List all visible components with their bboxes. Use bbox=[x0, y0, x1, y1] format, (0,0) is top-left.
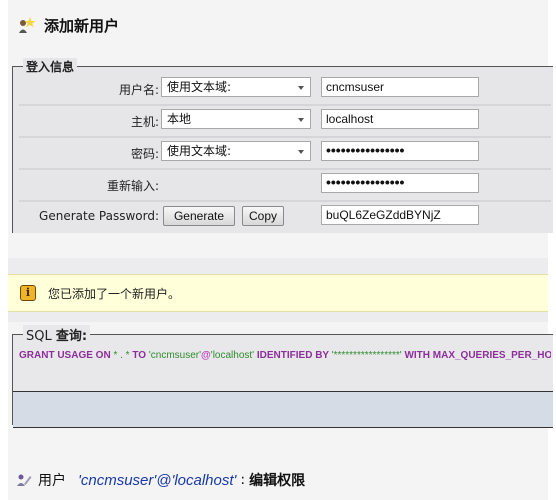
copy-button[interactable]: Copy bbox=[242, 206, 284, 226]
username-type-value: 使用文本域: bbox=[167, 80, 232, 94]
host-row: 主机: 本地 localhost bbox=[19, 105, 551, 138]
sql-legend-prefix: SQL bbox=[26, 329, 52, 344]
password-label: 密码: bbox=[130, 147, 159, 161]
sql-keyword-grant: GRANT USAGE ON bbox=[19, 350, 114, 361]
host-type-value: 本地 bbox=[167, 112, 192, 126]
username-label: 用户名: bbox=[118, 83, 159, 97]
sql-user: 'cncmsuser' bbox=[148, 350, 202, 361]
page: 添加新用户 登入信息 用户名: 使用文本域: cncmsuser 主机: 本地 … bbox=[8, 0, 553, 500]
page-title-text: 添加新用户 bbox=[44, 16, 120, 35]
generate-button[interactable]: Generate bbox=[163, 206, 235, 226]
password-type-value: 使用文本域: bbox=[167, 144, 232, 158]
retype-label: 重新输入: bbox=[106, 179, 159, 193]
sql-query-footer bbox=[13, 391, 553, 428]
chevron-down-icon bbox=[298, 86, 304, 90]
host-input[interactable]: localhost bbox=[321, 109, 479, 129]
sql-password-mask: '*****************' bbox=[331, 350, 402, 361]
password-input[interactable]: •••••••••••••••• bbox=[321, 141, 479, 161]
chevron-down-icon bbox=[298, 118, 304, 122]
host-type-select[interactable]: 本地 bbox=[161, 109, 311, 129]
user-label: 用户 bbox=[38, 473, 66, 489]
retype-password-input[interactable]: •••••••••••••••• bbox=[321, 173, 479, 193]
sql-legend-suffix: 查询: bbox=[55, 329, 88, 344]
chevron-down-icon bbox=[298, 150, 304, 154]
edit-privileges-label: 编辑权限 bbox=[249, 473, 306, 489]
host-label: 主机: bbox=[130, 115, 159, 129]
info-icon: i bbox=[20, 285, 36, 301]
add-user-icon bbox=[16, 15, 38, 35]
notice-message: 您已添加了一个新用户。 bbox=[48, 286, 181, 301]
success-notice: i 您已添加了一个新用户。 bbox=[8, 274, 548, 312]
edit-user-icon bbox=[16, 473, 32, 487]
generate-password-row: Generate Password: Generate Copy buQL6Ze… bbox=[19, 201, 551, 232]
sql-query-fieldset: SQL 查询: GRANT USAGE ON * . * TO 'cncmsus… bbox=[12, 325, 553, 428]
sql-query-legend: SQL 查询: bbox=[23, 325, 91, 344]
username-row: 用户名: 使用文本域: cncmsuser bbox=[19, 73, 551, 106]
retype-row: 重新输入: •••••••••••••••• bbox=[19, 169, 551, 202]
separator: : bbox=[240, 472, 246, 488]
username-input[interactable]: cncmsuser bbox=[321, 77, 479, 97]
sql-keyword-with: WITH MAX_QUERIES_PER_HOUR 0 bbox=[404, 350, 551, 361]
password-type-select[interactable]: 使用文本域: bbox=[161, 141, 311, 161]
user-account-link[interactable]: 'cncmsuser'@'localhost' bbox=[78, 472, 236, 489]
page-title: 添加新用户 bbox=[16, 13, 119, 37]
sql-host: 'localhost' bbox=[210, 350, 255, 361]
user-privileges-heading: 用户 'cncmsuser'@'localhost' : 编辑权限 bbox=[16, 470, 305, 490]
sql-query-text: GRANT USAGE ON * . * TO 'cncmsuser'@'loc… bbox=[19, 350, 551, 361]
username-type-select[interactable]: 使用文本域: bbox=[161, 77, 311, 97]
sql-keyword-identified: IDENTIFIED BY bbox=[254, 350, 332, 361]
sql-keyword-to: TO bbox=[129, 350, 149, 361]
login-info-fieldset: 登入信息 用户名: 使用文本域: cncmsuser 主机: 本地 localh… bbox=[12, 58, 553, 233]
generated-password-input[interactable]: buQL6ZeGZddBYNjZ bbox=[321, 205, 479, 225]
sql-at: @ bbox=[201, 350, 211, 361]
generate-password-label: Generate Password: bbox=[39, 209, 159, 223]
password-row: 密码: 使用文本域: •••••••••••••••• bbox=[19, 137, 551, 170]
sql-db-wildcard: * . * bbox=[113, 350, 130, 361]
